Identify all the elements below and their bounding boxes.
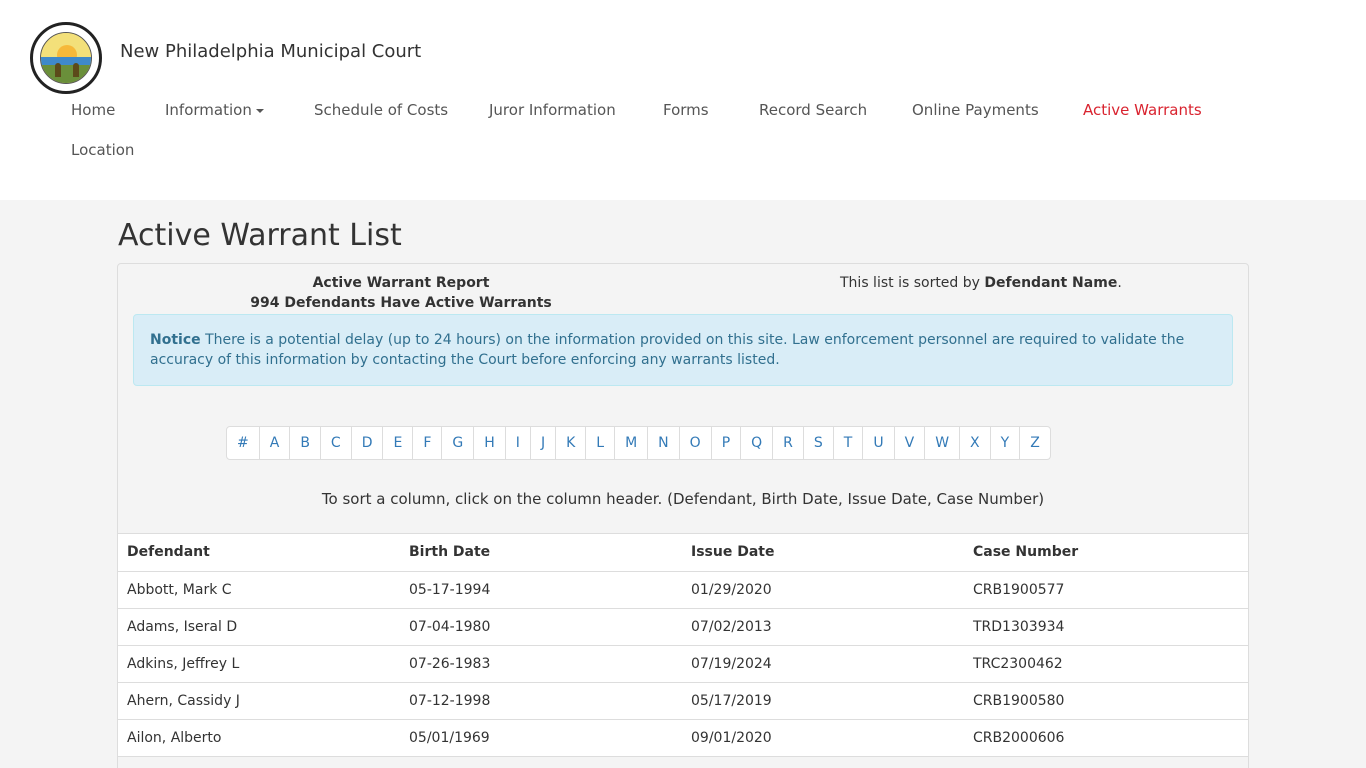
nav-schedule-of-costs[interactable]: Schedule of Costs	[314, 101, 448, 119]
alphabet-link[interactable]: G	[441, 427, 473, 459]
column-header-birth-date[interactable]: Birth Date	[400, 534, 682, 572]
caret-down-icon	[255, 108, 264, 113]
cell-issue-date: 05/17/2019	[682, 682, 964, 720]
alphabet-link[interactable]: V	[893, 427, 925, 459]
nav-location[interactable]: Location	[71, 141, 134, 159]
page-title: Active Warrant List	[118, 218, 402, 253]
notice-label: Notice	[150, 332, 201, 348]
warrant-table-wrapper: Defendant Birth Date Issue Date Case Num…	[118, 533, 1248, 757]
cell-birth-date: 07-26-1983	[400, 645, 682, 683]
alphabet-link[interactable]: E	[382, 427, 412, 459]
alphabet-link[interactable]: P	[710, 427, 740, 459]
alphabet-link[interactable]: U	[862, 427, 893, 459]
nav-online-payments[interactable]: Online Payments	[912, 101, 1039, 119]
cell-birth-date: 07-04-1980	[400, 608, 682, 646]
cell-issue-date: 07/19/2024	[682, 645, 964, 683]
cell-birth-date: 07-12-1998	[400, 682, 682, 720]
cell-defendant: Abbott, Mark C	[118, 571, 400, 609]
nav-information-label: Information	[165, 101, 252, 119]
cell-case-number: CRB1900577	[964, 571, 1248, 609]
sort-note-field: Defendant Name	[984, 275, 1118, 291]
cell-issue-date: 07/02/2013	[682, 608, 964, 646]
notice-alert: Notice There is a potential delay (up to…	[133, 314, 1233, 386]
cell-case-number: TRC2300462	[964, 645, 1248, 683]
seal-emblem-icon	[40, 32, 92, 84]
report-title: Active Warrant Report	[312, 275, 490, 291]
cell-issue-date: 01/29/2020	[682, 571, 964, 609]
alphabet-link[interactable]: #	[227, 427, 259, 459]
site-title[interactable]: New Philadelphia Municipal Court	[120, 41, 421, 62]
alphabet-link[interactable]: L	[585, 427, 614, 459]
alphabet-link[interactable]: M	[614, 427, 647, 459]
cell-defendant: Ahern, Cassidy J	[118, 682, 400, 720]
column-header-case-number[interactable]: Case Number	[964, 534, 1248, 572]
sort-note-prefix: This list is sorted by	[840, 275, 985, 291]
sort-note: This list is sorted by Defendant Name.	[840, 275, 1122, 291]
alphabet-link[interactable]: T	[832, 427, 863, 459]
alphabet-link[interactable]: S	[802, 427, 833, 459]
alphabet-link[interactable]: Q	[740, 427, 772, 459]
warrant-panel: Active Warrant Report 994 Defendants Hav…	[117, 263, 1249, 768]
alphabet-link[interactable]: C	[319, 427, 351, 459]
cell-birth-date: 05-17-1994	[400, 571, 682, 609]
alphabet-link[interactable]: O	[678, 427, 711, 459]
table-row: Ailon, Alberto 05/01/1969 09/01/2020 CRB200…	[118, 719, 1248, 757]
alphabet-link[interactable]: D	[350, 427, 383, 459]
cell-defendant: Ailon, Alberto	[118, 719, 400, 757]
alphabet-link[interactable]: B	[289, 427, 320, 459]
report-count: 994 Defendants Have Active Warrants	[250, 295, 552, 311]
notice-text: There is a potential delay (up to 24 hou…	[150, 332, 1185, 368]
alphabet-link[interactable]: A	[258, 427, 290, 459]
nav-juror-information[interactable]: Juror Information	[489, 101, 616, 119]
nav-active-warrants[interactable]: Active Warrants	[1083, 101, 1202, 119]
sort-note-suffix: .	[1117, 275, 1122, 291]
site-header: New Philadelphia Municipal Court Home In…	[0, 0, 1366, 200]
cell-birth-date: 05/01/1969	[400, 719, 682, 757]
nav-forms[interactable]: Forms	[663, 101, 709, 119]
warrant-table: Defendant Birth Date Issue Date Case Num…	[118, 534, 1248, 757]
alphabet-link[interactable]: K	[555, 427, 585, 459]
court-seal-logo[interactable]	[30, 22, 102, 94]
table-row: Adams, Iseral D 07-04-1980 07/02/2013 TRD13…	[118, 608, 1248, 646]
alphabet-link[interactable]: R	[772, 427, 803, 459]
column-header-issue-date[interactable]: Issue Date	[682, 534, 964, 572]
alphabet-pagination: # A B C D E F G H I J K L M N O P Q R S T U V W X Y Z	[226, 426, 1051, 460]
alphabet-link[interactable]: Y	[989, 427, 1020, 459]
alphabet-link[interactable]: Z	[1019, 427, 1050, 459]
column-header-defendant[interactable]: Defendant	[118, 534, 400, 572]
main-content: Active Warrant List Active Warrant Repor…	[0, 200, 1366, 768]
alphabet-link[interactable]: N	[647, 427, 678, 459]
alphabet-link[interactable]: I	[504, 427, 530, 459]
cell-defendant: Adams, Iseral D	[118, 608, 400, 646]
nav-information-dropdown[interactable]: Information	[165, 101, 264, 119]
table-row: Adkins, Jeffrey L 07-26-1983 07/19/2024 TRC…	[118, 645, 1248, 683]
alphabet-link[interactable]: J	[529, 427, 555, 459]
cell-issue-date: 09/01/2020	[682, 719, 964, 757]
sort-help-text: To sort a column, click on the column he…	[321, 490, 1045, 508]
table-row: Ahern, Cassidy J 07-12-1998 05/17/2019 CRB1…	[118, 682, 1248, 720]
table-header-row: Defendant Birth Date Issue Date Case Num…	[118, 534, 1248, 572]
nav-record-search[interactable]: Record Search	[759, 101, 867, 119]
table-row: Abbott, Mark C 05-17-1994 01/29/2020 CRB190…	[118, 571, 1248, 609]
nav-home[interactable]: Home	[71, 101, 115, 119]
alphabet-link[interactable]: F	[412, 427, 441, 459]
alphabet-link[interactable]: W	[924, 427, 959, 459]
cell-case-number: TRD1303934	[964, 608, 1248, 646]
cell-defendant: Adkins, Jeffrey L	[118, 645, 400, 683]
cell-case-number: CRB1900580	[964, 682, 1248, 720]
alphabet-link[interactable]: X	[959, 427, 990, 459]
alphabet-link[interactable]: H	[473, 427, 505, 459]
cell-case-number: CRB2000606	[964, 719, 1248, 757]
